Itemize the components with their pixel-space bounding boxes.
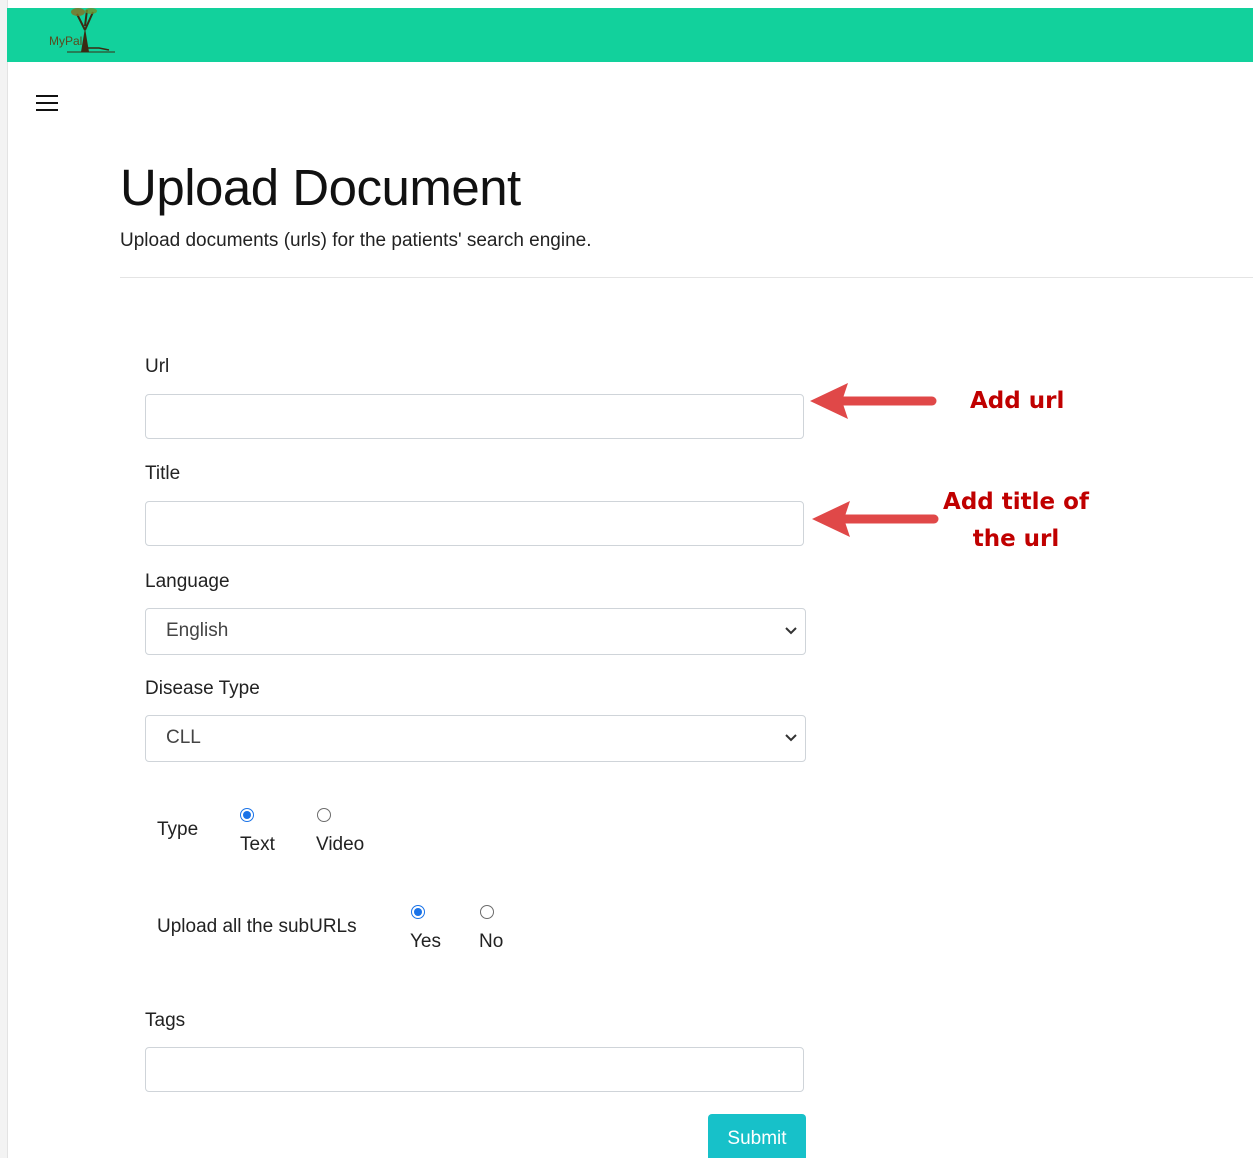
language-select[interactable]: English (145, 608, 806, 655)
tags-input[interactable] (145, 1047, 804, 1092)
disease-type-selected-value: CLL (166, 727, 201, 748)
url-label: Url (145, 356, 170, 377)
top-navbar: MyPal (7, 8, 1253, 62)
annotation-add-url: Add url (970, 388, 1065, 414)
type-text-radio[interactable] (240, 808, 254, 822)
disease-type-select[interactable]: CLL (145, 715, 806, 762)
mypal-logo[interactable]: MyPal (47, 8, 119, 54)
annotation-add-title-line1: Add title of (943, 489, 1089, 515)
suburls-yes-label[interactable]: Yes (410, 931, 441, 953)
hamburger-menu-icon[interactable] (36, 95, 58, 113)
annotation-add-title: Add title of the url (936, 484, 1096, 558)
chevron-down-icon (785, 734, 797, 742)
app-window: MyPal Upload Document Upload documents (… (0, 0, 1253, 1158)
submit-button[interactable]: Submit (708, 1114, 806, 1158)
type-video-radio[interactable] (317, 808, 331, 822)
language-label: Language (145, 571, 230, 592)
page-subtitle: Upload documents (urls) for the patients… (120, 230, 592, 251)
type-label: Type (157, 819, 199, 840)
title-label: Title (145, 463, 181, 484)
page-title: Upload Document (120, 159, 521, 216)
url-input[interactable] (145, 394, 804, 439)
tags-label: Tags (145, 1010, 186, 1031)
disease-type-label: Disease Type (145, 678, 260, 699)
suburls-no-label[interactable]: No (479, 931, 503, 953)
chevron-down-icon (785, 627, 797, 635)
annotation-add-title-line2: the url (972, 526, 1060, 552)
suburls-yes-radio[interactable] (411, 905, 425, 919)
type-text-label[interactable]: Text (240, 834, 275, 856)
language-selected-value: English (166, 620, 229, 641)
header-divider (120, 277, 1253, 278)
suburls-label: Upload all the subURLs (157, 916, 357, 937)
logo-text: MyPal (49, 34, 83, 48)
annotation-arrow-url (810, 383, 937, 419)
window-left-edge (0, 0, 8, 1158)
annotation-arrow-title (812, 501, 939, 537)
type-video-label[interactable]: Video (316, 834, 364, 856)
title-input[interactable] (145, 501, 804, 546)
suburls-no-radio[interactable] (480, 905, 494, 919)
